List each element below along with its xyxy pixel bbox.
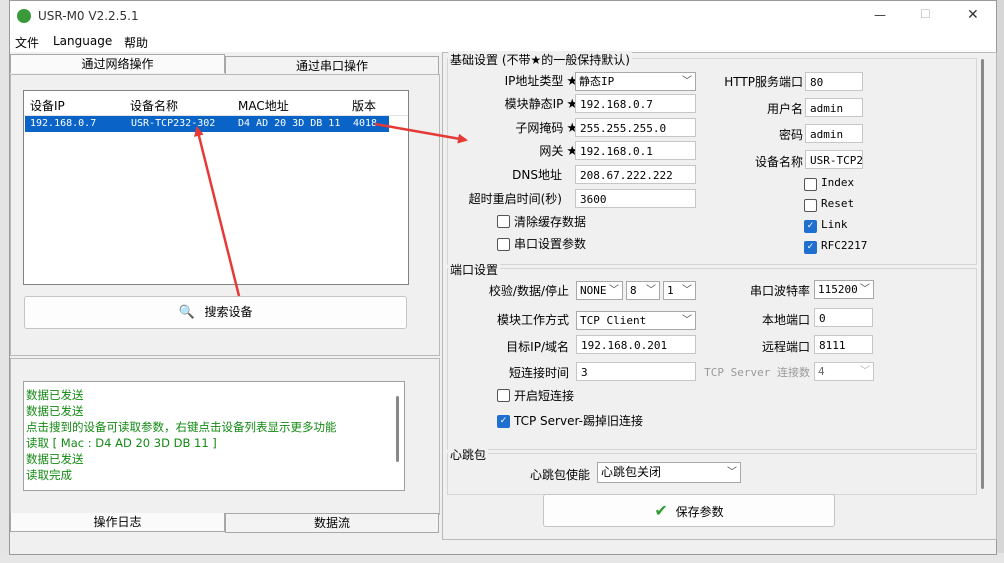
arrow-to-device-row	[194, 126, 241, 297]
annotation-arrows	[194, 122, 468, 297]
arrow-to-settings	[374, 122, 468, 144]
